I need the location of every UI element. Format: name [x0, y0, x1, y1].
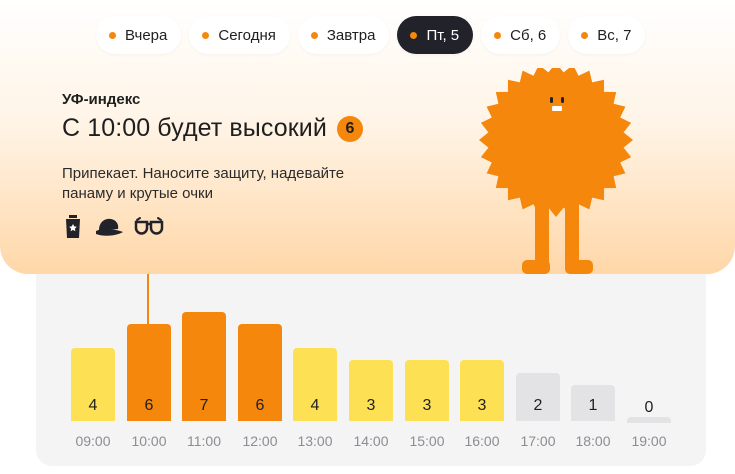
- hour-label: 10:00: [131, 433, 167, 449]
- tab-label: Вс, 7: [597, 26, 632, 44]
- hour-label: 15:00: [409, 433, 445, 449]
- uv-bar-1700[interactable]: 2: [516, 372, 560, 421]
- tab-yesterday[interactable]: Вчера: [96, 16, 182, 54]
- uv-bar-1500[interactable]: 3: [405, 360, 449, 421]
- uv-bar-value: 2: [533, 396, 543, 414]
- uv-bar-value: 3: [366, 396, 376, 414]
- uv-bar-value: 4: [310, 396, 320, 414]
- tab-sat-6[interactable]: Сб, 6: [481, 16, 561, 54]
- uv-bar-1300[interactable]: 4: [293, 348, 337, 421]
- hour-label: 19:00: [631, 433, 667, 449]
- uv-bar-1800[interactable]: 1: [571, 384, 615, 421]
- uv-bar-value: 1: [588, 396, 598, 414]
- uv-bar-value: 6: [255, 396, 265, 414]
- day-tabs: Вчера Сегодня Завтра Пт, 5 Сб, 6 Вс, 7: [96, 16, 646, 54]
- uv-dot-icon: [494, 31, 502, 39]
- uv-bar-1900[interactable]: 0: [627, 399, 671, 423]
- uv-bar-1200[interactable]: 6: [238, 323, 282, 421]
- uv-bar-value: 7: [199, 396, 209, 414]
- uv-summary-card: Вчера Сегодня Завтра Пт, 5 Сб, 6 Вс, 7 У…: [0, 0, 735, 274]
- hour-label: 12:00: [242, 433, 278, 449]
- uv-bar-value: 3: [422, 396, 432, 414]
- uv-index-label: УФ-индекс: [62, 91, 141, 108]
- uv-bar-value: 6: [144, 396, 154, 414]
- uv-dot-icon: [202, 31, 210, 39]
- headline-text: С 10:00 будет высокий: [62, 114, 327, 142]
- hour-label: 09:00: [75, 433, 111, 449]
- protection-tips: [62, 214, 164, 240]
- hour-label: 14:00: [353, 433, 389, 449]
- panama-hat-icon: [94, 215, 124, 239]
- uv-index-widget: Вчера Сегодня Завтра Пт, 5 Сб, 6 Вс, 7 У…: [0, 0, 735, 474]
- tab-label: Пт, 5: [426, 26, 460, 44]
- sun-mascot: [470, 63, 640, 283]
- tab-fri-5[interactable]: Пт, 5: [397, 16, 474, 54]
- uv-index-badge: 6: [336, 115, 363, 142]
- hour-label: 17:00: [520, 433, 556, 449]
- uv-dot-icon: [410, 31, 418, 39]
- tab-label: Сб, 6: [510, 26, 547, 44]
- uv-dot-icon: [109, 31, 116, 39]
- uv-dot-icon: [581, 31, 589, 39]
- uv-bar-1400[interactable]: 3: [349, 360, 393, 421]
- hour-label: 13:00: [297, 433, 333, 449]
- tab-label: Вчера: [125, 26, 168, 44]
- tab-tomorrow[interactable]: Завтра: [297, 16, 390, 54]
- tab-today[interactable]: Сегодня: [189, 16, 290, 54]
- sunglasses-icon: [134, 216, 164, 238]
- uv-bar-value: 0: [644, 399, 654, 416]
- tab-label: Завтра: [326, 26, 376, 44]
- uv-bar-value: 4: [88, 396, 98, 414]
- uv-bar-0900[interactable]: 4: [71, 348, 115, 421]
- hour-label: 18:00: [575, 433, 611, 449]
- uv-bar-1600[interactable]: 3: [460, 360, 504, 421]
- hour-label: 16:00: [464, 433, 500, 449]
- uv-dot-icon: [310, 31, 318, 39]
- hour-label: 11:00: [187, 433, 221, 449]
- uv-bar-value: 3: [477, 396, 487, 414]
- tab-sun-7[interactable]: Вс, 7: [568, 16, 646, 54]
- uv-bar-1000[interactable]: 6: [127, 323, 171, 421]
- uv-advice-text: Припекает. Наносите защиту, надевайте па…: [62, 165, 345, 202]
- uv-headline: С 10:00 будет высокий 6: [62, 114, 363, 143]
- tab-label: Сегодня: [218, 26, 276, 44]
- sunscreen-icon: [62, 214, 84, 240]
- uv-bar-1100[interactable]: 7: [182, 311, 226, 421]
